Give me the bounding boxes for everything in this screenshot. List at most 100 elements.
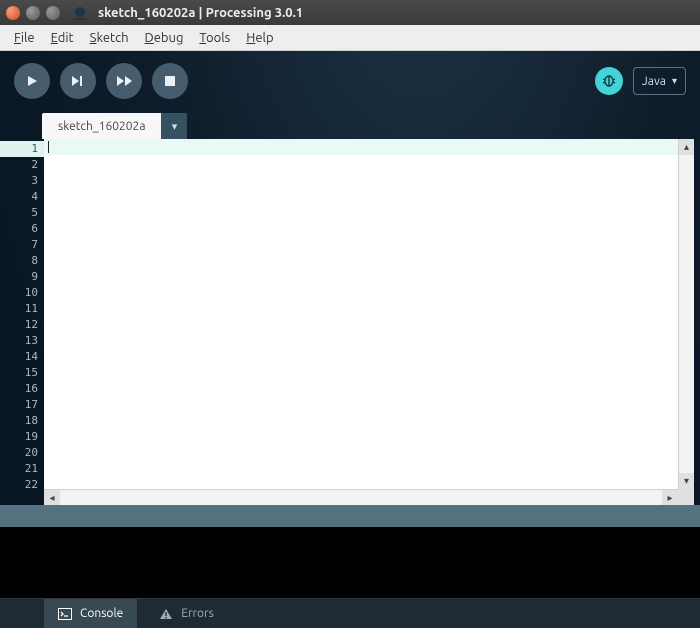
line-number: 1	[0, 141, 44, 157]
line-number: 9	[0, 269, 44, 285]
console-icon	[58, 607, 72, 621]
window-titlebar: sketch_160202a | Processing 3.0.1	[0, 0, 700, 25]
editor-line	[44, 155, 678, 171]
chevron-down-icon: ▾	[672, 75, 677, 87]
editor-line	[44, 299, 678, 315]
editor-line	[44, 363, 678, 379]
vertical-scroll-track[interactable]	[679, 155, 694, 473]
line-number: 2	[0, 157, 44, 173]
editor-line	[44, 251, 678, 267]
line-number: 14	[0, 349, 44, 365]
scroll-corner	[678, 489, 694, 505]
menu-help-rest: elp	[255, 31, 273, 45]
line-number: 8	[0, 253, 44, 269]
editor-line	[44, 267, 678, 283]
vertical-scrollbar[interactable]: ▴ ▾	[678, 139, 694, 489]
window-close-button[interactable]	[6, 6, 20, 20]
tab-console[interactable]: Console	[44, 599, 137, 628]
editor-line	[44, 331, 678, 347]
editor-line	[44, 411, 678, 427]
line-number: 16	[0, 381, 44, 397]
line-number: 6	[0, 221, 44, 237]
editor-body: ▴ ▾	[44, 139, 694, 489]
menu-file[interactable]: File	[6, 29, 43, 47]
editor-line	[44, 475, 678, 489]
line-number: 20	[0, 445, 44, 461]
editor-line	[44, 315, 678, 331]
console-output[interactable]	[0, 527, 700, 598]
editor-line	[44, 171, 678, 187]
tab-errors[interactable]: Errors	[145, 599, 228, 628]
editor-line	[44, 443, 678, 459]
editor-line	[44, 219, 678, 235]
editor-line	[44, 347, 678, 363]
line-number: 3	[0, 173, 44, 189]
horizontal-scrollbar[interactable]: ◂ ▸	[44, 489, 678, 505]
editor-line	[44, 139, 678, 155]
editor-line	[44, 187, 678, 203]
editor-line	[44, 395, 678, 411]
mode-selector[interactable]: Java ▾	[633, 67, 686, 95]
line-number: 17	[0, 397, 44, 413]
menubar: File Edit Sketch Debug Tools Help	[0, 25, 700, 51]
tab-menu-button[interactable]: ▾	[161, 113, 187, 139]
tab-label: sketch_160202a	[58, 120, 145, 133]
console-tab-label: Console	[80, 607, 123, 620]
line-number: 12	[0, 317, 44, 333]
line-number: 19	[0, 429, 44, 445]
editor-line	[44, 379, 678, 395]
line-number: 21	[0, 461, 44, 477]
window-minimize-button[interactable]	[26, 6, 40, 20]
menu-edit[interactable]: Edit	[43, 29, 82, 47]
window-maximize-button[interactable]	[46, 6, 60, 20]
editor-line	[44, 427, 678, 443]
line-gutter: 12345678910111213141516171819202122	[0, 139, 44, 489]
line-number: 7	[0, 237, 44, 253]
menu-debug-rest: ebug	[154, 31, 184, 45]
line-number: 18	[0, 413, 44, 429]
menu-tools-rest: ools	[206, 31, 230, 45]
scroll-right-button[interactable]: ▸	[662, 490, 678, 505]
menu-sketch[interactable]: Sketch	[82, 29, 137, 47]
text-cursor	[48, 141, 49, 153]
hscroll-spacer	[0, 489, 44, 505]
line-number: 10	[0, 285, 44, 301]
editor-line	[44, 283, 678, 299]
errors-tab-label: Errors	[181, 607, 214, 620]
menu-help[interactable]: Help	[238, 29, 281, 47]
code-editor[interactable]	[44, 139, 678, 489]
hscroll-row: ◂ ▸	[0, 489, 700, 505]
warning-icon	[159, 607, 173, 621]
editor-line	[44, 203, 678, 219]
debug-button[interactable]	[106, 63, 142, 99]
menu-edit-rest: dit	[58, 31, 74, 45]
run-present-button[interactable]	[60, 63, 96, 99]
line-number: 11	[0, 301, 44, 317]
tab-sketch[interactable]: sketch_160202a	[42, 113, 161, 139]
menu-file-rest: ile	[21, 31, 35, 45]
status-strip	[0, 505, 700, 527]
editor-line	[44, 235, 678, 251]
scroll-up-button[interactable]: ▴	[679, 139, 694, 155]
run-button[interactable]	[14, 63, 50, 99]
scroll-down-button[interactable]: ▾	[679, 473, 694, 489]
scroll-left-button[interactable]: ◂	[44, 490, 60, 505]
app-icon	[72, 5, 88, 21]
editor-zone: 12345678910111213141516171819202122 ▴ ▾	[0, 139, 700, 489]
line-number: 15	[0, 365, 44, 381]
bottom-tab-bar: Console Errors	[0, 598, 700, 628]
chevron-down-icon: ▾	[172, 120, 178, 133]
debug-mode-icon[interactable]	[595, 67, 623, 95]
line-number: 13	[0, 333, 44, 349]
line-number: 4	[0, 189, 44, 205]
ide-body: Java ▾ sketch_160202a ▾ 1234567891011121…	[0, 51, 700, 628]
horizontal-scroll-track[interactable]	[60, 490, 662, 505]
stop-button[interactable]	[152, 63, 188, 99]
tab-row: sketch_160202a ▾	[0, 105, 700, 139]
window-title: sketch_160202a | Processing 3.0.1	[98, 6, 303, 20]
toolbar: Java ▾	[0, 51, 700, 105]
menu-sketch-rest: ketch	[96, 31, 128, 45]
line-number: 5	[0, 205, 44, 221]
menu-debug[interactable]: Debug	[137, 29, 192, 47]
menu-tools[interactable]: Tools	[191, 29, 238, 47]
